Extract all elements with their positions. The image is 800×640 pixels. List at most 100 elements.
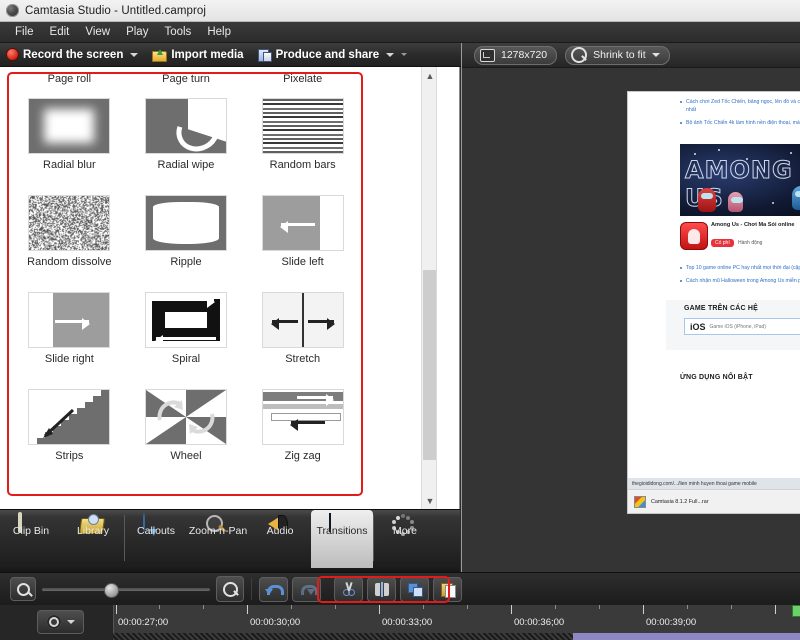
redo-button[interactable] bbox=[292, 577, 321, 602]
playhead-marker[interactable] bbox=[792, 605, 800, 617]
menu-item-view[interactable]: View bbox=[77, 24, 118, 40]
camtasia-studio-window: Camtasia Studio - Untitled.camproj File … bbox=[0, 0, 800, 640]
record-the-screen-button[interactable]: Record the screen bbox=[0, 43, 145, 67]
import-media-button[interactable]: Import media bbox=[145, 43, 250, 67]
transition-item-strips[interactable]: Strips bbox=[11, 389, 128, 486]
copy-button[interactable] bbox=[400, 577, 429, 602]
tab-clip-bin[interactable]: Clip Bin bbox=[0, 510, 62, 568]
webpage-link[interactable]: Top 10 game online PC hay nhất mọi thời … bbox=[680, 264, 800, 272]
import-media-label: Import media bbox=[171, 49, 243, 61]
preview-panel: 1278x720 Shrink to fit Cách chơi Zed Tốc… bbox=[461, 43, 800, 572]
price-badge: Có phí bbox=[711, 239, 734, 247]
transition-item-slide-left[interactable]: Slide left bbox=[244, 195, 361, 292]
chevron-down-icon[interactable] bbox=[386, 53, 394, 57]
transition-item-wheel[interactable]: Wheel bbox=[128, 389, 245, 486]
menu-item-tools[interactable]: Tools bbox=[156, 24, 199, 40]
ios-platform-row[interactable]: iOS Game iOS (iPhone, iPad) bbox=[684, 318, 800, 335]
transition-label: Zig zag bbox=[285, 450, 321, 463]
zoom-in-icon bbox=[223, 582, 238, 597]
app-title: Among Us - Chơi Ma Sói online bbox=[711, 221, 795, 229]
wheel-shape bbox=[146, 390, 226, 444]
preview-webpage-frame: Cách chơi Zed Tốc Chiến, bảng ngọc, lên … bbox=[627, 91, 800, 514]
tab-zoom-n-pan[interactable]: Zoom-n-Pan bbox=[187, 510, 249, 568]
cut-icon bbox=[342, 582, 356, 596]
produce-icon bbox=[258, 49, 271, 61]
preview-stage[interactable]: Cách chơi Zed Tốc Chiến, bảng ngọc, lên … bbox=[462, 68, 800, 572]
download-bar: Camtasia 8.1.2 Full...rar ^ bbox=[628, 489, 800, 513]
wheel-thumbnail-icon bbox=[145, 389, 227, 445]
chevron-down-icon[interactable] bbox=[67, 620, 75, 624]
tab-callouts[interactable]: Callouts bbox=[125, 510, 187, 568]
spiral-thumbnail-icon bbox=[145, 292, 227, 348]
transition-item-random-dissolve[interactable]: Random dissolve bbox=[11, 195, 128, 292]
scrollbar-thumb[interactable] bbox=[423, 270, 437, 460]
transition-label: Ripple bbox=[170, 256, 201, 269]
menu-item-edit[interactable]: Edit bbox=[42, 24, 78, 40]
folder-import-icon bbox=[152, 49, 166, 61]
split-button[interactable] bbox=[367, 577, 396, 602]
tab-more[interactable]: More bbox=[374, 510, 436, 568]
archive-file-icon bbox=[634, 496, 646, 508]
tab-transitions[interactable]: Transitions bbox=[311, 510, 373, 568]
transition-label: Random bars bbox=[270, 159, 336, 172]
timeline-toolbar bbox=[0, 572, 800, 605]
dimensions-icon bbox=[480, 49, 495, 62]
time-label: 00:00:39;00 bbox=[646, 617, 696, 628]
transition-label: Page roll bbox=[48, 73, 91, 86]
transitions-scrollbar[interactable]: ▲ ▼ bbox=[421, 67, 437, 509]
undo-button[interactable] bbox=[259, 577, 288, 602]
zoom-out-icon bbox=[17, 583, 30, 596]
menu-item-play[interactable]: Play bbox=[118, 24, 156, 40]
random-dissolve-noise bbox=[29, 196, 109, 250]
transition-item-page-turn[interactable]: Page turn bbox=[128, 73, 245, 98]
overflow-chevron-icon[interactable] bbox=[401, 53, 407, 56]
zig-zag-thumbnail-icon bbox=[262, 389, 344, 445]
transition-item-pixelate[interactable]: Pixelate bbox=[244, 73, 361, 98]
record-dot-icon bbox=[7, 49, 18, 60]
slider-handle[interactable] bbox=[104, 583, 119, 598]
transition-item-slide-right[interactable]: Slide right bbox=[11, 292, 128, 389]
zoom-out-button[interactable] bbox=[10, 577, 36, 601]
timeline-clip-segment[interactable] bbox=[573, 633, 800, 640]
split-icon bbox=[375, 583, 389, 596]
chevron-down-icon[interactable] bbox=[652, 53, 660, 57]
tab-library[interactable]: Library bbox=[62, 510, 124, 568]
ios-sublabel: Game iOS (iPhone, iPad) bbox=[710, 324, 766, 330]
status-url-bar: thegioididong.com/.../lien minh huyen th… bbox=[628, 478, 800, 489]
among-us-figure bbox=[698, 188, 716, 212]
transition-item-ripple[interactable]: Ripple bbox=[128, 195, 245, 292]
transition-item-radial-blur[interactable]: Radial blur bbox=[11, 98, 128, 195]
among-us-figure bbox=[792, 186, 800, 210]
transition-item-random-bars[interactable]: Random bars bbox=[244, 98, 361, 195]
produce-and-share-button[interactable]: Produce and share bbox=[251, 43, 415, 67]
menu-item-file[interactable]: File bbox=[7, 24, 42, 40]
chevron-down-icon[interactable] bbox=[130, 53, 138, 57]
preview-dimensions-button[interactable]: 1278x720 bbox=[474, 46, 557, 65]
preview-zoom-dropdown[interactable]: Shrink to fit bbox=[565, 46, 670, 65]
strips-shape bbox=[29, 390, 109, 444]
timeline-ruler[interactable]: 00:00:27;00 00:00:30;00 00:00:33;00 00:0… bbox=[113, 605, 800, 633]
transition-item-spiral[interactable]: Spiral bbox=[128, 292, 245, 389]
webpage-link[interactable]: Bộ ảnh Tốc Chiến 4k làm hình nền điện th… bbox=[680, 119, 800, 127]
transitions-scroll-area[interactable]: Page roll Page turn Pixelate Radial blur bbox=[0, 67, 438, 509]
zoom-in-button[interactable] bbox=[216, 576, 244, 602]
webpage-link[interactable]: Cách chơi Zed Tốc Chiến, bảng ngọc, lên … bbox=[680, 98, 800, 114]
menu-item-help[interactable]: Help bbox=[199, 24, 239, 40]
transition-item-radial-wipe[interactable]: Radial wipe bbox=[128, 98, 245, 195]
camtasia-logo-icon bbox=[6, 4, 19, 17]
timeline-zoom-slider[interactable] bbox=[42, 578, 210, 600]
magnifier-icon bbox=[571, 47, 587, 63]
paste-button[interactable] bbox=[433, 577, 462, 602]
tab-audio[interactable]: Audio bbox=[249, 510, 311, 568]
transition-item-stretch[interactable]: Stretch bbox=[244, 292, 361, 389]
slider-track bbox=[42, 588, 210, 591]
cut-button[interactable] bbox=[334, 577, 363, 602]
gear-icon bbox=[47, 615, 61, 629]
transition-item-page-roll[interactable]: Page roll bbox=[11, 73, 128, 98]
transition-item-zig-zag[interactable]: Zig zag bbox=[244, 389, 361, 486]
radial-blur-thumbnail-icon bbox=[28, 98, 110, 154]
webpage-link[interactable]: Cách nhận mũ Halloween trong Among Us mi… bbox=[680, 277, 800, 285]
timeline-options-button[interactable] bbox=[37, 610, 84, 634]
record-the-screen-label: Record the screen bbox=[23, 49, 123, 61]
app-promo-card[interactable]: Among Us - Chơi Ma Sói online Có phí Hàn… bbox=[680, 220, 800, 260]
